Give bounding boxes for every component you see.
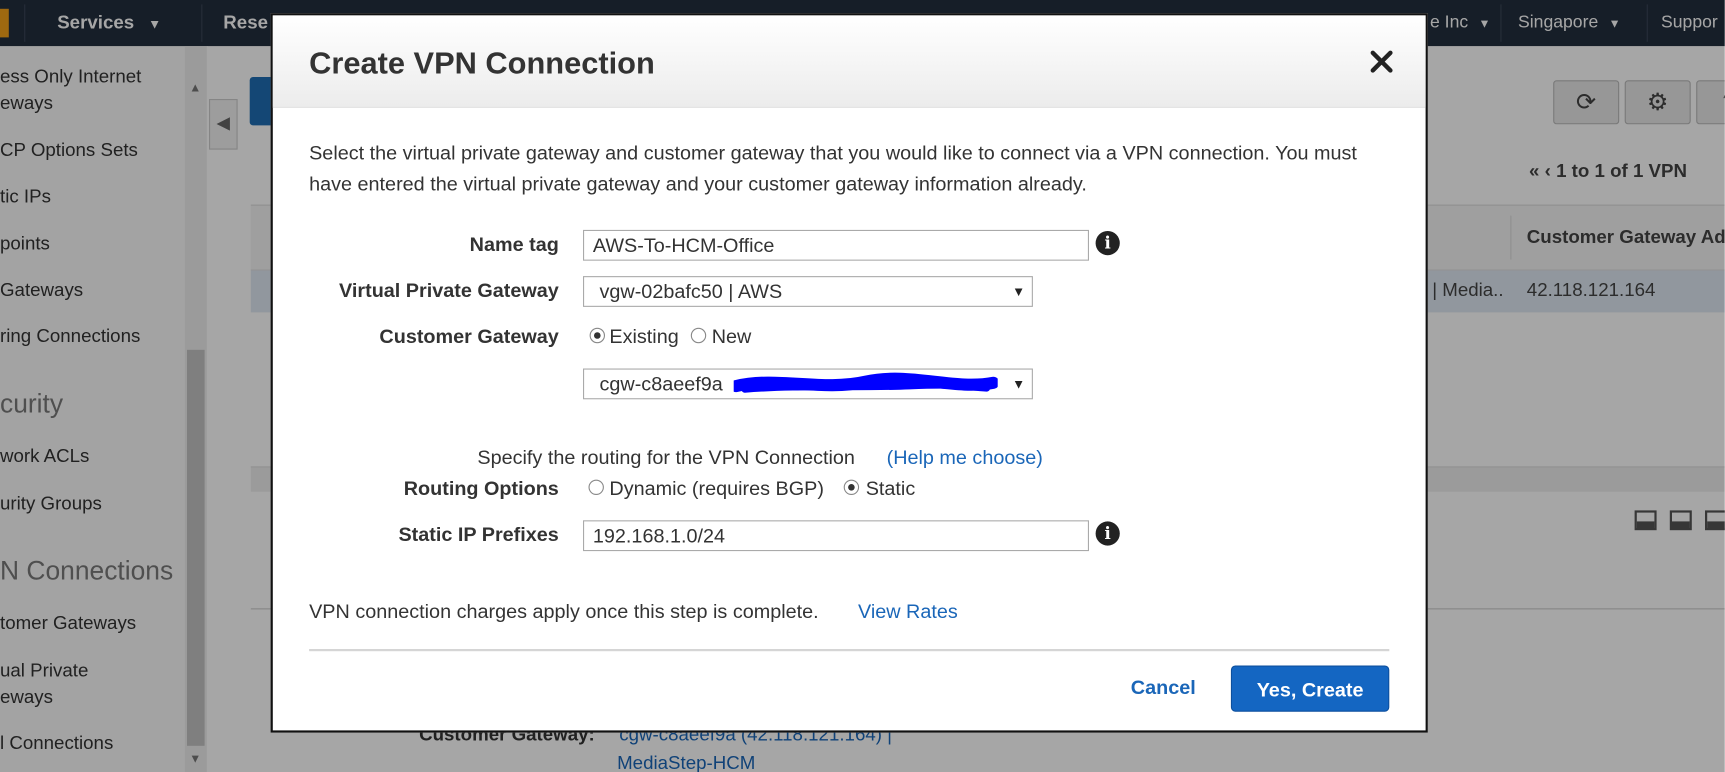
routing-static-radio[interactable]: [843, 479, 860, 495]
redaction-scribble: [733, 372, 998, 393]
info-icon[interactable]: i: [1095, 521, 1120, 546]
charges-notice: VPN connection charges apply once this s…: [309, 600, 819, 623]
routing-dynamic-label: Dynamic (requires BGP): [609, 477, 824, 500]
dialog-title: Create VPN Connection: [309, 46, 655, 81]
virtual-private-gateway-label: Virtual Private Gateway: [339, 279, 559, 302]
dialog-header: Create VPN Connection: [272, 15, 1426, 108]
chevron-down-icon: ▼: [1012, 283, 1026, 300]
cancel-button[interactable]: Cancel: [1131, 677, 1196, 700]
yes-create-button[interactable]: Yes, Create: [1230, 665, 1390, 712]
static-ip-prefixes-label: Static IP Prefixes: [398, 523, 559, 546]
dialog-footer-divider: [309, 649, 1390, 652]
info-icon[interactable]: i: [1095, 231, 1120, 256]
name-tag-label: Name tag: [469, 233, 559, 256]
static-ip-prefixes-input[interactable]: [583, 520, 1089, 552]
customer-gateway-label: Customer Gateway: [379, 325, 559, 348]
create-vpn-connection-dialog: Create VPN Connection Select the virtual…: [270, 13, 1428, 733]
virtual-private-gateway-select[interactable]: vgw-02bafc50 | AWS ▼: [583, 276, 1033, 307]
routing-dynamic-radio[interactable]: [588, 479, 604, 495]
routing-options-label: Routing Options: [403, 477, 559, 500]
name-tag-input[interactable]: [583, 229, 1089, 261]
chevron-down-icon: ▼: [1012, 376, 1026, 392]
routing-description: Specify the routing for the VPN Connecti…: [477, 446, 855, 469]
help-me-choose-link[interactable]: (Help me choose): [887, 447, 1043, 470]
virtual-private-gateway-value: vgw-02bafc50 | AWS: [599, 280, 783, 303]
customer-gateway-new-radio[interactable]: [690, 327, 707, 344]
customer-gateway-existing-label: Existing: [609, 325, 679, 348]
customer-gateway-select[interactable]: cgw-c8aeef9a ▼: [583, 368, 1033, 400]
routing-static-label: Static: [865, 477, 916, 500]
customer-gateway-value: cgw-c8aeef9a: [599, 372, 723, 395]
view-rates-link[interactable]: View Rates: [858, 601, 958, 624]
customer-gateway-new-label: New: [711, 325, 752, 348]
customer-gateway-existing-radio[interactable]: [589, 327, 605, 344]
close-icon[interactable]: [1366, 44, 1397, 79]
dialog-description: Select the virtual private gateway and c…: [309, 141, 1357, 195]
